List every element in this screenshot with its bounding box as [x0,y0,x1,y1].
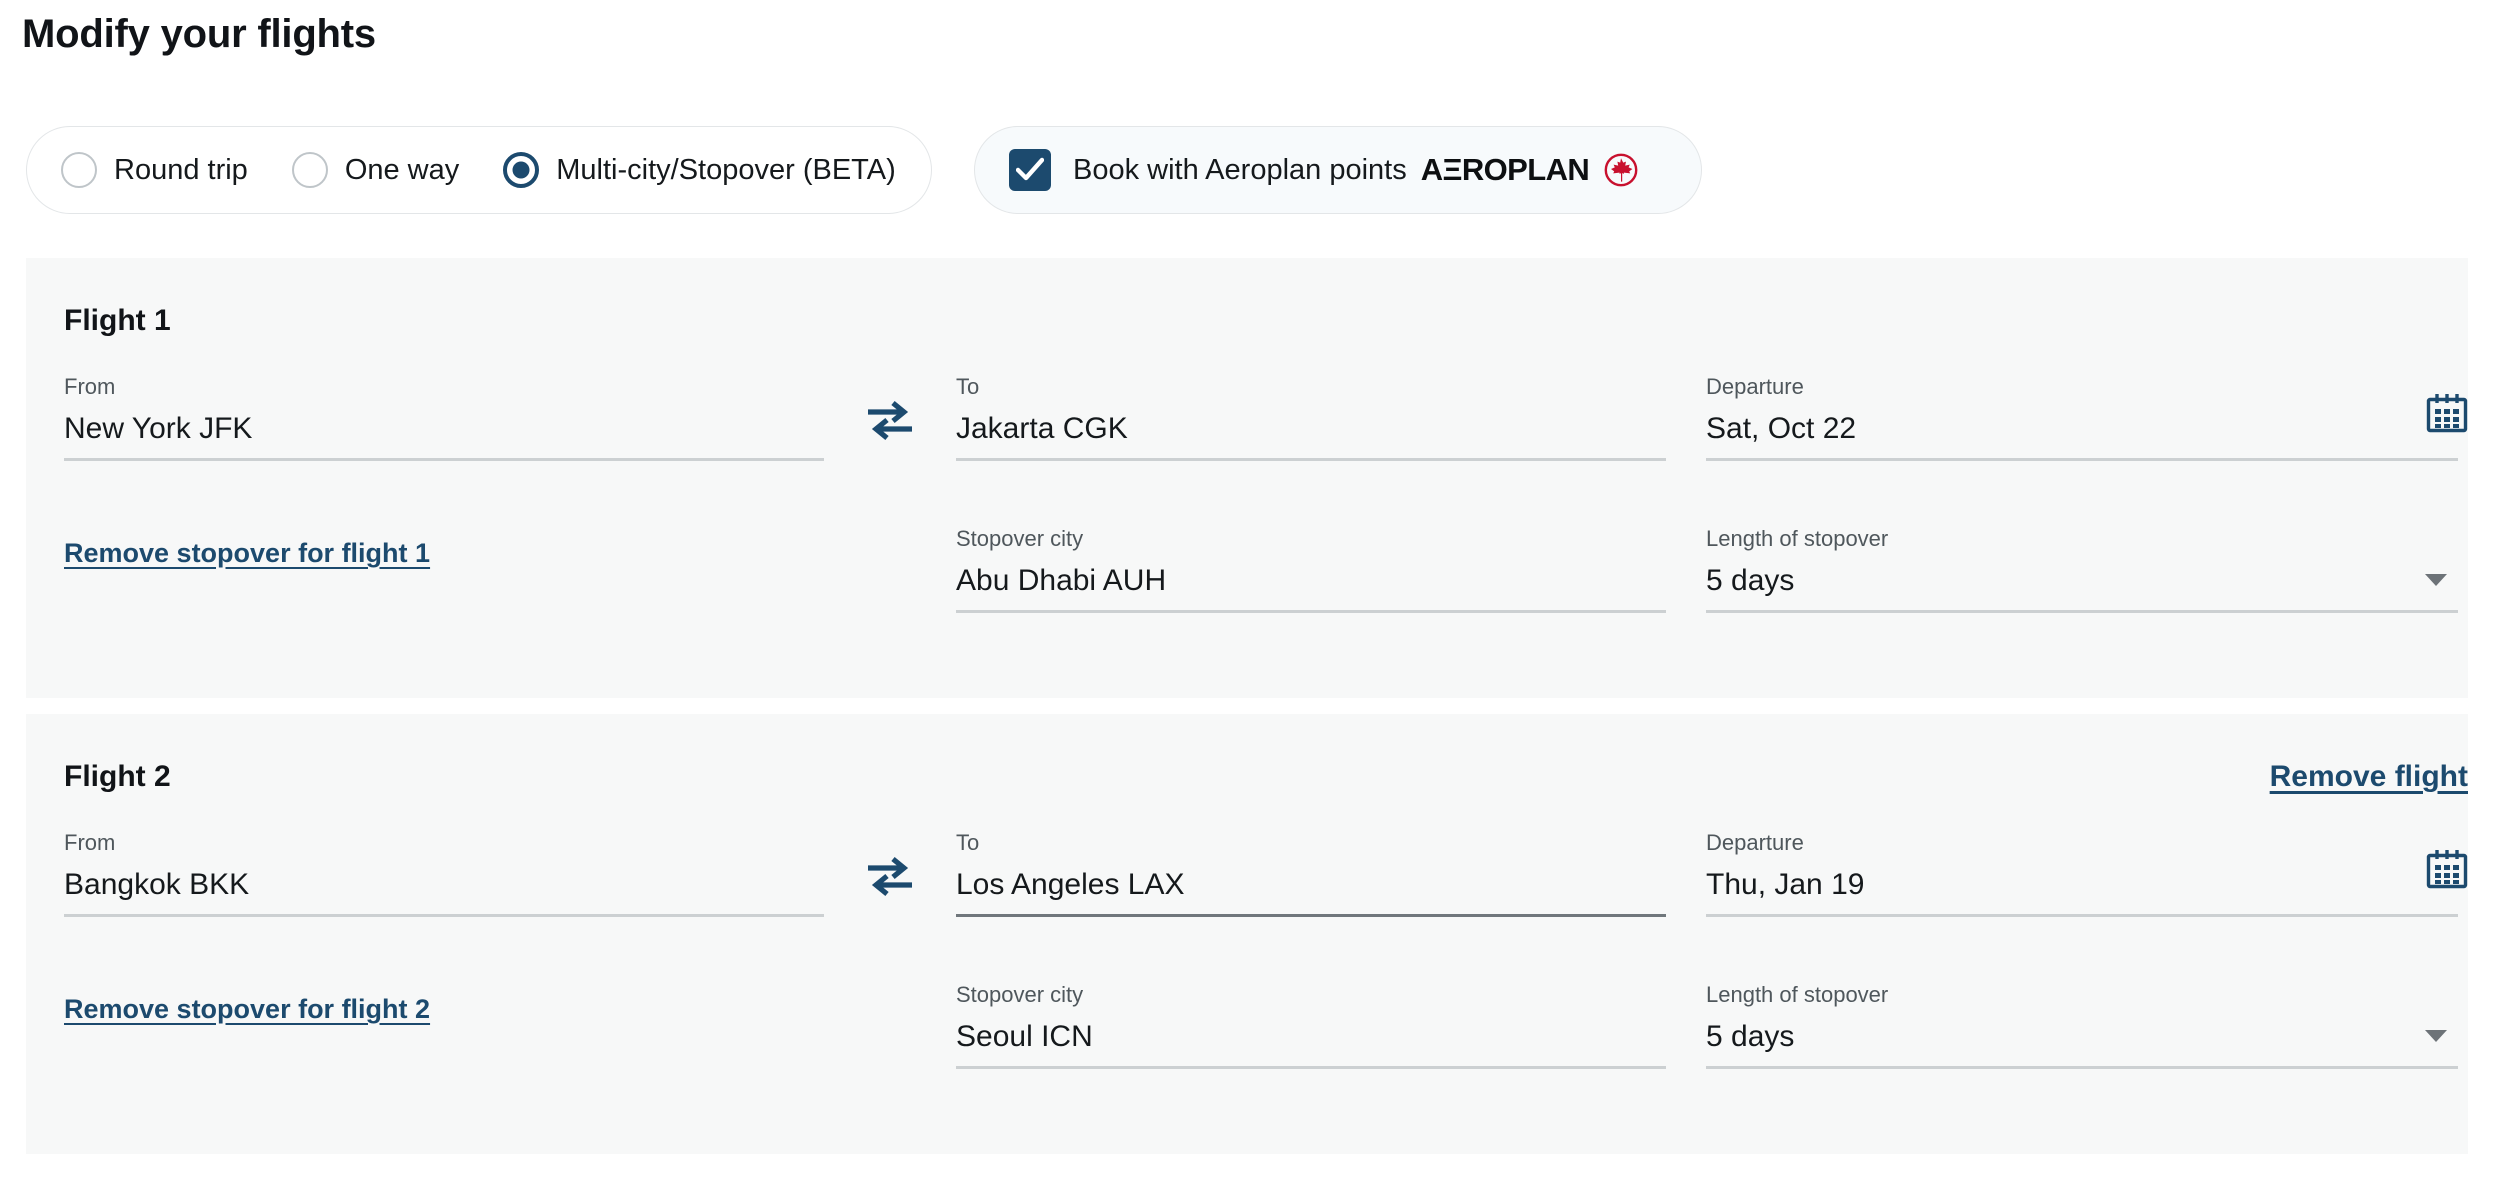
stopover-length-field-1[interactable]: Length of stopover 5 days [1706,528,2458,613]
trip-type-label-multi-city: Multi-city/Stopover (BETA) [556,153,896,186]
from-field-1[interactable]: From New York JFK [64,376,824,461]
stopover-city-label-2: Stopover city [956,982,1084,1007]
stopover-length-value-2: 5 days [1706,1020,1795,1053]
radio-icon-one-way[interactable] [291,152,328,188]
remove-stopover-link-2[interactable]: Remove stopover for flight 2 [64,994,430,1025]
swap-horizontal-icon-1[interactable] [864,398,916,444]
stopover-length-value-1: 5 days [1706,564,1795,597]
to-value-2: Los Angeles LAX [956,868,1185,901]
departure-field-1[interactable]: Departure Sat, Oct 22 [1706,376,2458,461]
to-underline-1 [956,458,1666,461]
calendar-icon-2[interactable] [2424,846,2470,892]
trip-type-option-round-trip[interactable]: Round trip [61,152,248,188]
stopover-city-field-2[interactable]: Stopover city Seoul ICN [956,984,1666,1069]
stopover-length-label-1: Length of stopover [1706,526,1889,551]
from-label-1: From [64,374,116,399]
remove-stopover-link-1[interactable]: Remove stopover for flight 1 [64,538,430,569]
stopover-length-underline-1 [1706,610,2458,613]
aeroplan-label: Book with Aeroplan points [1073,153,1407,186]
departure-value-2: Thu, Jan 19 [1706,868,1865,901]
stopover-city-underline-2 [956,1066,1666,1069]
departure-label-2: Departure [1706,830,1804,855]
book-with-aeroplan-points-toggle[interactable]: Book with Aeroplan points AΞROPLAN [974,126,1702,214]
check-icon [1016,157,1044,181]
to-underline-2 [956,914,1666,917]
calendar-icon-1[interactable] [2424,390,2470,436]
aeroplan-checkbox[interactable] [1009,149,1051,191]
departure-underline-1 [1706,458,2458,461]
flight-panel-1: Flight 1 From New York JFK To Jakarta CG… [26,258,2468,698]
trip-type-selector: Round trip One way Multi-city/Stopover (… [26,126,932,214]
to-label-2: To [956,830,980,855]
stopover-length-label-2: Length of stopover [1706,982,1889,1007]
departure-field-2[interactable]: Departure Thu, Jan 19 [1706,832,2458,917]
radio-icon-round-trip[interactable] [61,152,97,188]
from-value-1: New York JFK [64,412,253,445]
to-value-1: Jakarta CGK [956,412,1128,445]
stopover-length-underline-2 [1706,1066,2458,1069]
chevron-down-icon-1[interactable] [2425,574,2447,586]
trip-type-label-one-way: One way [344,153,460,186]
departure-value-1: Sat, Oct 22 [1706,412,1857,445]
from-underline-2 [64,914,824,917]
departure-label-1: Departure [1706,374,1804,399]
trip-type-option-one-way[interactable]: One way [291,152,460,188]
air-canada-roundel-icon [1604,153,1638,187]
modify-flights-page: Modify your flights Round trip One way M… [0,0,2494,1186]
flight-title-2: Flight 2 [64,760,171,793]
from-field-2[interactable]: From Bangkok BKK [64,832,824,917]
radio-icon-multi-city[interactable] [503,152,540,188]
stopover-city-value-2: Seoul ICN [956,1020,1093,1053]
departure-underline-2 [1706,914,2458,917]
page-title: Modify your flights [22,12,376,56]
to-field-2[interactable]: To Los Angeles LAX [956,832,1666,917]
trip-type-label-round-trip: Round trip [114,153,248,186]
stopover-length-field-2[interactable]: Length of stopover 5 days [1706,984,2458,1069]
aeroplan-wordmark: AΞROPLAN [1420,152,1590,187]
to-label-1: To [956,374,980,399]
stopover-city-underline-1 [956,610,1666,613]
remove-flight-link-2[interactable]: Remove flight [2270,760,2468,794]
stopover-city-value-1: Abu Dhabi AUH [956,564,1167,597]
stopover-city-field-1[interactable]: Stopover city Abu Dhabi AUH [956,528,1666,613]
trip-type-option-multi-city[interactable]: Multi-city/Stopover (BETA) [503,152,896,188]
from-value-2: Bangkok BKK [64,868,250,901]
chevron-down-icon-2[interactable] [2425,1030,2447,1042]
from-label-2: From [64,830,116,855]
swap-horizontal-icon-2[interactable] [864,854,916,900]
stopover-city-label-1: Stopover city [956,526,1084,551]
flight-title-1: Flight 1 [64,304,171,337]
to-field-1[interactable]: To Jakarta CGK [956,376,1666,461]
from-underline-1 [64,458,824,461]
flight-panel-2: Flight 2 Remove flight From Bangkok BKK … [26,714,2468,1154]
